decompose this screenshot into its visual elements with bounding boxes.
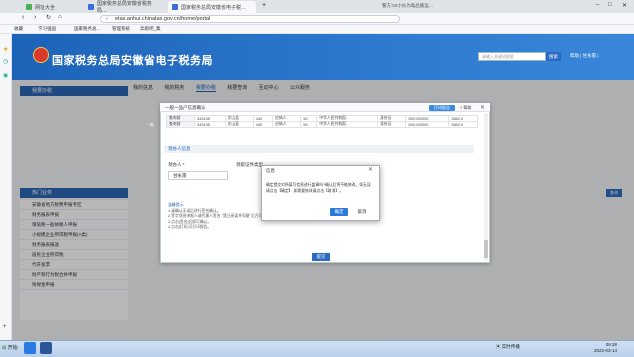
- tip-line: 4.点击[打印]可打印报告。: [168, 225, 212, 230]
- os-taskbar: [0, 340, 634, 357]
- table-cell: 身份证: [377, 121, 407, 128]
- table-cell: 2650.0: [448, 121, 478, 128]
- confirm-ok-button[interactable]: 确定: [330, 208, 348, 216]
- confirm-cancel-button[interactable]: 取消: [353, 208, 371, 216]
- agent-name-input[interactable]: 甘永雷: [168, 171, 228, 180]
- start-button[interactable]: ⊞ 开始: [2, 342, 20, 354]
- refresh-icon[interactable]: ↻: [46, 14, 51, 21]
- tab-label: 国家税务总局安徽省税务局…: [96, 1, 152, 14]
- user-links[interactable]: 帮助 | 甘永雷 |: [570, 53, 599, 59]
- table-cell: 中华人民共和国…: [316, 121, 379, 128]
- bookmark-item[interactable]: 收藏: [14, 26, 23, 32]
- bookmark-item[interactable]: 国家税务总…: [74, 26, 101, 32]
- forward-icon[interactable]: ›: [34, 14, 36, 21]
- tax-emblem-logo: [33, 47, 49, 63]
- help-link[interactable]: ? 帮助: [460, 105, 471, 111]
- table-cell: 文山县: [224, 121, 254, 128]
- question-icon: ?: [460, 105, 463, 110]
- agent-label: 领办人 *: [168, 162, 185, 167]
- table-cell: 50: [300, 121, 318, 128]
- url-input[interactable]: ✓ etax.anhui.chinatax.gov.cn/home/portal: [100, 15, 400, 23]
- word-taskbar-icon[interactable]: [40, 342, 52, 354]
- clock-icon[interactable]: ◷: [3, 58, 8, 65]
- add-icon[interactable]: +: [3, 324, 7, 330]
- tab-favicon-icon: [172, 4, 178, 10]
- minimize-icon[interactable]: –: [596, 2, 599, 8]
- system-tray[interactable]: ▣ 实时传播: [496, 344, 520, 350]
- browser-taskbar-icon[interactable]: [24, 342, 36, 354]
- bookmark-item[interactable]: 奔跑吧_集: [140, 26, 161, 32]
- browser-tab[interactable]: 网址大全: [22, 1, 80, 13]
- dialog-title: 信息: [266, 168, 275, 173]
- url-text: etax.anhui.chinatax.gov.cn/home/portal: [115, 16, 211, 22]
- star-icon[interactable]: ★: [3, 46, 8, 53]
- modal-scrollbar[interactable]: [484, 113, 488, 261]
- bookmark-item[interactable]: 管理系统: [112, 26, 130, 32]
- clock-date: 2022-03-14: [594, 348, 618, 353]
- tray-text: 实时传播: [501, 344, 520, 349]
- row-prefix-text: 一般: [146, 122, 154, 127]
- site-title: 国家税务总局安徽省电子税务局: [52, 55, 213, 67]
- table-cell: 440: [252, 121, 274, 128]
- tab-favicon-icon: [26, 4, 32, 10]
- bookmarks-bar: 收藏 学习强国 国家税务总… 管理系统 奔跑吧_集: [0, 25, 634, 34]
- extension-icon[interactable]: ◉: [3, 72, 8, 79]
- section-title: 领办人信息: [164, 145, 474, 153]
- table-row[interactable]: 查询部 343435 文山县 440 应纳人 50 中华人民共和国… 身份证 2…: [165, 121, 478, 128]
- table-cell: 343435: [194, 121, 226, 128]
- tab-favicon-icon: [88, 4, 94, 10]
- tab-label: 网址大全: [35, 4, 56, 11]
- lock-icon: ✓: [105, 16, 110, 22]
- tab-label: 国家税务总局安徽省电子税…: [181, 4, 247, 11]
- windows-logo-icon: ⊞: [2, 345, 7, 351]
- help-label: 帮助: [463, 105, 472, 110]
- hot-search-hint[interactable]: 警方:50小伙为毒品搬运…: [382, 3, 433, 9]
- taskbar-clock[interactable]: 09:38 2022-03-14: [594, 342, 617, 354]
- table-cell: 应纳人: [272, 121, 302, 128]
- scrollbar-thumb[interactable]: [484, 240, 488, 258]
- bookmark-item[interactable]: 学习强国: [38, 26, 56, 32]
- browser-tab[interactable]: 国家税务总局安徽省税务局…: [84, 1, 164, 14]
- data-table: 查询部 343435 文山县 440 应纳人 50 中华人民共和国… 身份证 2…: [165, 115, 478, 128]
- cert-type-label: 领取证件类型: [236, 162, 263, 167]
- maximize-icon[interactable]: □: [608, 2, 612, 8]
- table-cell: 查询部: [165, 121, 196, 128]
- print-report-button[interactable]: 打印报告: [429, 105, 455, 111]
- close-window-icon[interactable]: ✕: [622, 2, 627, 9]
- browser-tab-bar: 网址大全 国家税务总局安徽省税务局… 国家税务总局安徽省电子税… + 警方:50…: [0, 0, 634, 14]
- site-search-button[interactable]: 搜索: [546, 52, 561, 61]
- submit-button[interactable]: 提交: [312, 253, 330, 261]
- modal-close-icon[interactable]: ✕: [480, 104, 485, 111]
- start-label: 开始: [7, 345, 18, 351]
- back-icon[interactable]: ‹: [22, 14, 24, 21]
- tray-app-icon: ▣: [496, 344, 501, 349]
- browser-left-rail: ★ ◷ ◉ +: [0, 34, 12, 340]
- dialog-close-icon[interactable]: ✕: [368, 166, 373, 173]
- home-icon[interactable]: ⌂: [58, 14, 62, 20]
- dialog-message: 确定提交对所填写信息进行盖章吗?确认后将不能修改。如无误请点击【确定】,如需要修…: [266, 183, 371, 193]
- modal-title: 一般一品户信息确认: [165, 105, 206, 110]
- browser-tab-active[interactable]: 国家税务总局安徽省电子税…: [168, 1, 256, 13]
- site-search-input[interactable]: 请输入关键词搜索: [478, 52, 546, 61]
- table-cell: 255.000000: [405, 121, 450, 128]
- new-tab-icon[interactable]: +: [262, 2, 266, 9]
